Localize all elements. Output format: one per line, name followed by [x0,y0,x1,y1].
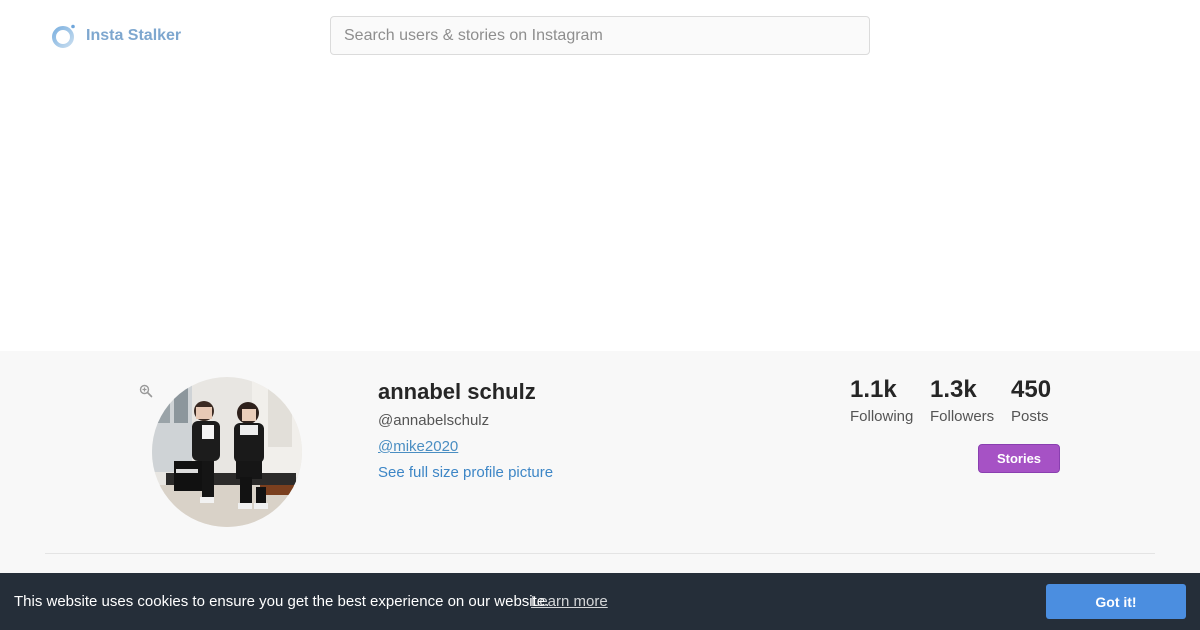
site-logo[interactable]: Insta Stalker [50,22,181,50]
site-header: Insta Stalker [0,0,1200,72]
zoom-in-icon[interactable] [139,384,153,398]
bio-mention-link[interactable]: @mike2020 [378,438,458,455]
stat-following: 1.1k Following [850,376,913,425]
cookie-banner: This website uses cookies to ensure you … [0,573,1200,630]
stat-followers: 1.3k Followers [930,376,994,425]
profile-avatar[interactable] [152,377,302,527]
learn-more-link[interactable]: Learn more [531,593,608,610]
section-divider [45,553,1155,554]
site-name: Insta Stalker [86,27,182,44]
ad-placeholder [0,72,1200,351]
stories-button[interactable]: Stories [978,444,1060,473]
following-label: Following [850,408,914,425]
profile-name: annabel schulz [378,379,536,404]
search-input[interactable] [330,16,870,55]
full-size-picture-link[interactable]: See full size profile picture [378,464,553,481]
profile-photo [152,377,302,527]
followers-count: 1.3k [930,376,977,403]
following-count: 1.1k [850,376,897,403]
accept-cookies-button[interactable]: Got it! [1046,584,1186,619]
profile-handle: @annabelschulz [378,412,490,429]
stat-posts: 450 Posts [1011,376,1051,425]
posts-count: 450 [1011,376,1052,403]
cookie-message: This website uses cookies to ensure you … [14,593,550,610]
followers-label: Followers [930,408,995,425]
ring-logo-icon [52,24,75,48]
posts-label: Posts [1011,408,1049,425]
